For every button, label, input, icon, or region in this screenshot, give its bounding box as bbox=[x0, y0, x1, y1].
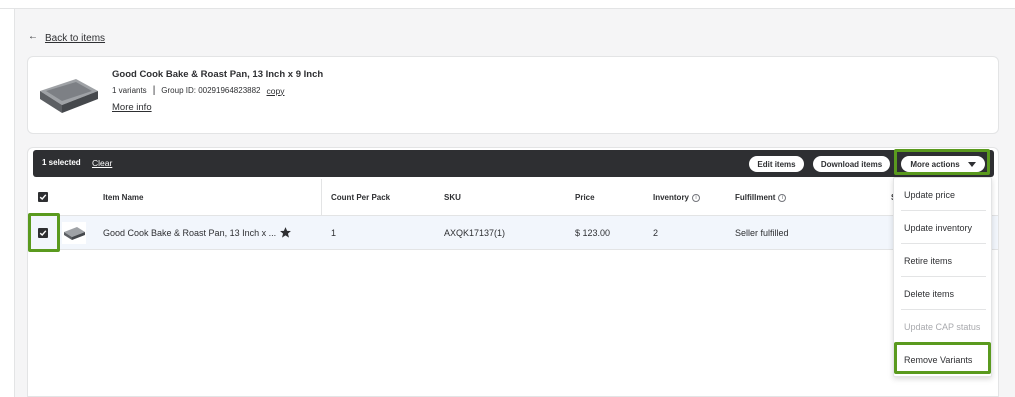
back-to-items-link[interactable]: ← Back to items bbox=[28, 30, 105, 44]
selected-count: 1 selected bbox=[42, 158, 81, 167]
cell-price[interactable]: $ 123.00 bbox=[575, 228, 610, 238]
checkmark-icon bbox=[39, 194, 47, 201]
more-info-link[interactable]: More info bbox=[112, 102, 152, 113]
more-actions-button[interactable]: More actions bbox=[901, 156, 985, 172]
header-fulfillment-label: Fulfillment bbox=[735, 193, 776, 202]
table-row[interactable]: Good Cook Bake & Roast Pan, 13 Inch x ..… bbox=[28, 215, 998, 250]
download-items-button[interactable]: Download items bbox=[813, 156, 890, 172]
cell-sku: AXQK17137(1) bbox=[444, 228, 506, 238]
menu-item-delete-items[interactable]: Delete items bbox=[894, 277, 993, 310]
items-table-card: 1 selected Clear Edit items Download ite… bbox=[27, 147, 999, 397]
more-actions-label: More actions bbox=[910, 159, 960, 169]
header-sku[interactable]: SKU bbox=[444, 193, 461, 202]
copy-group-id-link[interactable]: copy bbox=[267, 86, 285, 96]
cell-fulfillment: Seller fulfilled bbox=[735, 228, 789, 238]
edit-items-button[interactable]: Edit items bbox=[749, 156, 804, 172]
baking-pan-thumbnail bbox=[62, 222, 86, 244]
info-icon[interactable]: i bbox=[778, 193, 787, 202]
menu-item-update-inventory[interactable]: Update inventory bbox=[894, 211, 993, 244]
more-actions-menu: Update price Update inventory Retire ite… bbox=[893, 177, 992, 377]
group-id: Group ID: 00291964823882 bbox=[161, 86, 261, 95]
meta-separator: | bbox=[152, 85, 156, 96]
header-price[interactable]: Price bbox=[575, 193, 595, 202]
header-item-name[interactable]: Item Name bbox=[103, 193, 143, 202]
menu-item-remove-variants[interactable]: Remove Variants bbox=[894, 343, 993, 376]
back-to-items-label[interactable]: Back to items bbox=[45, 33, 105, 44]
header-inventory[interactable]: Inventory i bbox=[653, 193, 701, 202]
variant-count: 1 variants bbox=[112, 86, 147, 95]
bulk-action-bar: 1 selected Clear Edit items Download ite… bbox=[33, 150, 994, 177]
table-header: Item Name Count Per Pack SKU Price Inven… bbox=[28, 179, 998, 248]
item-title: Good Cook Bake & Roast Pan, 13 Inch x 9 … bbox=[112, 69, 324, 80]
row-checkbox[interactable] bbox=[38, 228, 48, 238]
baking-pan-image bbox=[40, 79, 98, 113]
select-all-checkbox[interactable] bbox=[38, 192, 48, 202]
clear-selection-link[interactable]: Clear bbox=[92, 158, 112, 168]
back-arrow-icon: ← bbox=[28, 30, 38, 42]
checkmark-icon bbox=[39, 230, 47, 237]
cell-inventory[interactable]: 2 bbox=[653, 228, 658, 238]
cell-item-name[interactable]: Good Cook Bake & Roast Pan, 13 Inch x ..… bbox=[103, 228, 276, 238]
header-fulfillment[interactable]: Fulfillment i bbox=[735, 193, 787, 202]
menu-item-retire-items[interactable]: Retire items bbox=[894, 244, 993, 277]
info-icon[interactable]: i bbox=[692, 193, 701, 202]
star-icon[interactable] bbox=[279, 226, 292, 239]
item-meta: 1 variants | Group ID: 00291964823882 co… bbox=[112, 85, 284, 96]
cell-count-per-pack: 1 bbox=[331, 228, 337, 238]
caret-down-icon bbox=[967, 161, 976, 167]
menu-item-update-cap-status: Update CAP status bbox=[904, 321, 981, 332]
header-inventory-label: Inventory bbox=[653, 193, 690, 202]
header-count-per-pack[interactable]: Count Per Pack bbox=[331, 193, 390, 202]
item-summary-card: Good Cook Bake & Roast Pan, 13 Inch x 9 … bbox=[27, 56, 999, 134]
menu-item-update-price[interactable]: Update price bbox=[894, 178, 993, 211]
